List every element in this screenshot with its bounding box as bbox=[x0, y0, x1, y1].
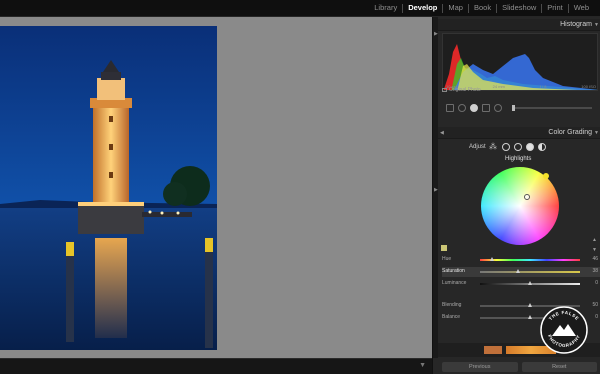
blending-slider-knob[interactable] bbox=[528, 303, 532, 307]
adjust-label: Adjust bbox=[469, 144, 486, 150]
photo-icon bbox=[442, 87, 447, 92]
reset-button[interactable]: Reset bbox=[521, 362, 597, 372]
panel-edge: ▶ ▶ bbox=[433, 17, 438, 358]
photo-preview[interactable] bbox=[0, 26, 217, 350]
module-develop[interactable]: Develop bbox=[403, 3, 442, 13]
wheel-title: Highlights bbox=[505, 156, 532, 162]
mountain-logo-icon: THE FALSE PHOTOGRAPHY bbox=[540, 306, 588, 354]
chevron-down-icon[interactable]: ▼ bbox=[594, 130, 599, 136]
focal-length-value: 24 mm bbox=[492, 84, 505, 89]
luminance-slider-knob[interactable] bbox=[528, 281, 532, 285]
blending-value[interactable]: 50 bbox=[592, 302, 598, 308]
chevron-up-icon[interactable]: ▲ bbox=[592, 237, 597, 243]
panel-left-icon: ◀ bbox=[440, 130, 444, 136]
tool-slider[interactable] bbox=[512, 105, 592, 111]
histogram-graph[interactable]: 10 sek 24 mm f / 8 100 ISO bbox=[442, 33, 598, 91]
mask-tool-icon[interactable] bbox=[470, 104, 478, 112]
midtones-view-icon[interactable] bbox=[514, 143, 522, 151]
filmstrip-toggle-icon[interactable]: ▼ bbox=[419, 362, 426, 369]
luminance-label: Luminance bbox=[442, 280, 467, 286]
chevron-down-icon[interactable]: ▼ bbox=[594, 22, 599, 28]
watermark-logo: THE FALSE PHOTOGRAPHY bbox=[539, 305, 589, 355]
three-way-view-icon[interactable]: ⁂ bbox=[489, 143, 498, 151]
histogram-header[interactable]: Histogram ▼ bbox=[438, 19, 600, 31]
saturation-value[interactable]: 38 bbox=[592, 268, 598, 274]
saturation-slider-track[interactable] bbox=[480, 269, 580, 273]
radial-tool-icon[interactable] bbox=[494, 104, 502, 112]
grading-mode-selector: ⁂ bbox=[489, 143, 546, 151]
chevron-down-icon[interactable]: ▼ bbox=[592, 247, 597, 253]
hue-label: Hue bbox=[442, 256, 452, 262]
saturation-label: Saturation bbox=[442, 268, 465, 274]
hue-value[interactable]: 46 bbox=[592, 256, 598, 262]
color-swatch[interactable] bbox=[441, 245, 447, 251]
luminance-slider-track[interactable] bbox=[480, 281, 580, 285]
panel-buttons: Previous Reset bbox=[438, 360, 600, 374]
panel-collapse-icon[interactable]: ▶ bbox=[434, 187, 438, 193]
histogram-chart bbox=[443, 44, 597, 90]
panel-collapse-icon[interactable]: ▶ bbox=[434, 31, 438, 37]
module-picker: Library Develop Map Book Slideshow Print… bbox=[369, 3, 594, 13]
hue-slider-row: Hue 46 bbox=[442, 255, 600, 265]
balance-value[interactable]: 0 bbox=[595, 314, 598, 320]
crop-tool-icon[interactable] bbox=[446, 104, 454, 112]
thumbnail[interactable] bbox=[484, 346, 502, 354]
module-bar: Library Develop Map Book Slideshow Print… bbox=[0, 0, 600, 17]
blending-label: Blending bbox=[442, 302, 462, 308]
highlights-view-icon[interactable] bbox=[526, 143, 534, 151]
color-grading-header[interactable]: ◀ Color Grading ▼ bbox=[438, 127, 600, 139]
hue-slider-knob[interactable] bbox=[490, 257, 494, 261]
original-photo-label: Original Photo bbox=[449, 87, 481, 93]
hue-slider-track[interactable] bbox=[480, 257, 580, 261]
tool-slider-knob[interactable] bbox=[512, 105, 515, 111]
saturation-slider-row: Saturation 38 bbox=[442, 267, 600, 277]
luminance-value[interactable]: 0 bbox=[595, 280, 598, 286]
balance-slider-knob[interactable] bbox=[528, 315, 532, 319]
module-print[interactable]: Print bbox=[542, 3, 567, 13]
tool-strip bbox=[442, 101, 598, 115]
original-photo-toggle[interactable]: Original Photo bbox=[442, 87, 481, 93]
heal-tool-icon[interactable] bbox=[458, 104, 466, 112]
image-workspace bbox=[0, 17, 432, 358]
wheel-hue-handle[interactable] bbox=[543, 173, 549, 179]
aperture-value: f / 8 bbox=[539, 84, 547, 89]
lighthouse-photo bbox=[0, 26, 217, 350]
histogram-title: Histogram bbox=[560, 21, 592, 28]
module-book[interactable]: Book bbox=[469, 3, 496, 13]
module-library[interactable]: Library bbox=[369, 3, 402, 13]
previous-button[interactable]: Previous bbox=[442, 362, 518, 372]
redeye-tool-icon[interactable] bbox=[482, 104, 490, 112]
filmstrip-bar: ▼ bbox=[0, 358, 432, 374]
balance-label: Balance bbox=[442, 314, 461, 320]
shadows-view-icon[interactable] bbox=[502, 143, 510, 151]
module-map[interactable]: Map bbox=[443, 3, 468, 13]
module-web[interactable]: Web bbox=[569, 3, 594, 13]
luminance-slider-row: Luminance 0 bbox=[442, 279, 600, 289]
color-grading-title: Color Grading bbox=[548, 129, 592, 136]
saturation-slider-knob[interactable] bbox=[516, 269, 520, 273]
iso-value: 100 ISO bbox=[581, 84, 596, 89]
global-view-icon[interactable] bbox=[538, 143, 546, 151]
wheel-center-point[interactable] bbox=[524, 194, 530, 200]
module-slideshow[interactable]: Slideshow bbox=[497, 3, 541, 13]
